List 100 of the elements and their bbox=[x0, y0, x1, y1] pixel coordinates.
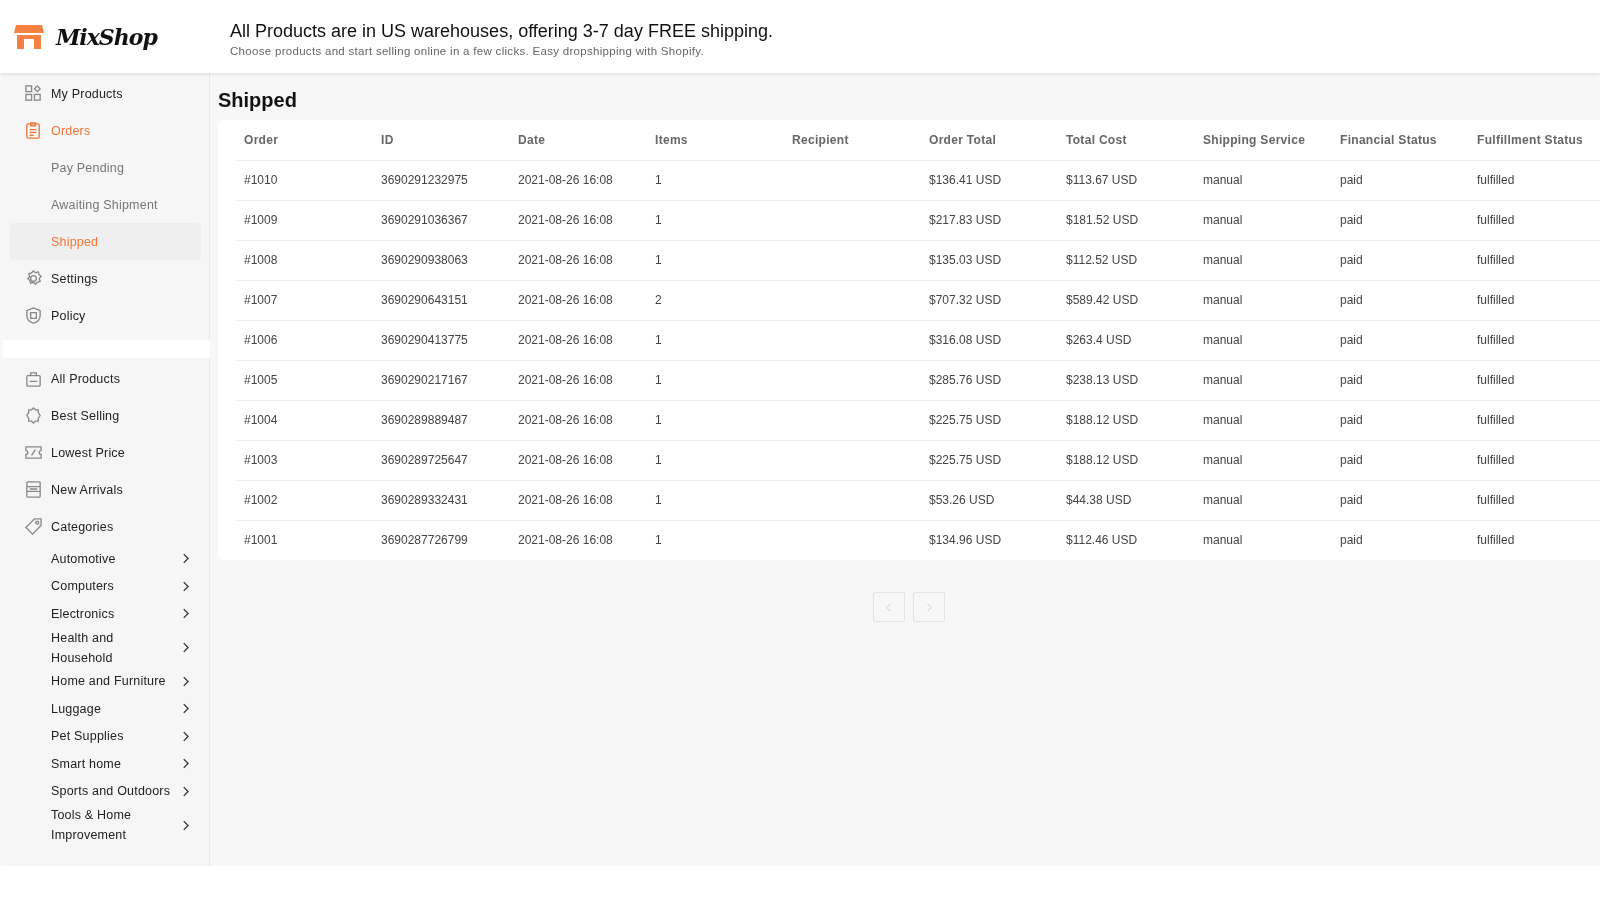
chevron-right-icon bbox=[182, 785, 189, 797]
table-cell: fulfilled bbox=[1477, 533, 1515, 548]
column-header: Date bbox=[510, 120, 647, 160]
subheadline: Choose products and start selling online in a few clicks. Easy dropshipping with Shopify. bbox=[230, 44, 705, 57]
table-cell: 2021-08-26 16:08 bbox=[518, 453, 613, 467]
shopping-bag-icon bbox=[24, 369, 43, 388]
table-cell: 1 bbox=[655, 173, 662, 187]
table-cell: paid bbox=[1340, 413, 1363, 427]
table-cell: #1006 bbox=[244, 333, 278, 347]
logo-text: MixShop bbox=[56, 23, 157, 50]
chevron-right-icon bbox=[182, 580, 189, 592]
table-cell: fulfilled bbox=[1477, 333, 1515, 347]
clipboard-icon bbox=[24, 121, 43, 140]
table-cell: 2021-08-26 16:08 bbox=[518, 213, 613, 227]
table-cell: manual bbox=[1203, 293, 1243, 307]
column-header: Total Cost bbox=[1058, 120, 1195, 160]
chevron-right-icon bbox=[182, 553, 189, 565]
badge-icon bbox=[24, 406, 43, 425]
table-cell: paid bbox=[1340, 493, 1363, 507]
table-cell: #1010 bbox=[244, 173, 278, 187]
chevron-right-icon bbox=[182, 730, 189, 742]
table-cell: 3690290643151 bbox=[381, 293, 468, 307]
column-header: Items bbox=[647, 120, 784, 160]
discount-ticket-icon bbox=[24, 443, 43, 462]
table-cell: $707.32 USD bbox=[929, 293, 1002, 307]
sidebar-item[interactable]: Lowest Price bbox=[10, 434, 201, 471]
category-item[interactable]: Automotive bbox=[10, 545, 201, 573]
chevron-right-icon bbox=[182, 675, 189, 687]
category-item[interactable]: Sports and Outdoors bbox=[10, 777, 201, 805]
table-cell: 1 bbox=[655, 493, 662, 507]
table-cell: paid bbox=[1340, 533, 1363, 548]
table-cell: fulfilled bbox=[1477, 453, 1515, 467]
sidebar-item[interactable]: Settings bbox=[10, 260, 201, 297]
table-cell: manual bbox=[1203, 253, 1243, 267]
table-cell: fulfilled bbox=[1477, 173, 1515, 187]
chevron-left-icon bbox=[886, 602, 892, 612]
table-cell: 3690289889487 bbox=[381, 413, 468, 427]
table-cell: $112.52 USD bbox=[1066, 253, 1138, 267]
table-cell: $136.41 USD bbox=[929, 173, 1002, 187]
table-cell: $188.12 USD bbox=[1066, 453, 1139, 467]
headline: All Products are in US warehouses, offering 3-7 day FREE shipping. bbox=[230, 20, 773, 42]
chevron-right-icon bbox=[182, 608, 189, 620]
table-cell: 2021-08-26 16:08 bbox=[518, 333, 613, 347]
column-header: Financial Status bbox=[1332, 120, 1469, 160]
category-item[interactable]: Smart home bbox=[10, 750, 201, 778]
table-cell: 2 bbox=[655, 293, 662, 307]
column-header: Shipping Service bbox=[1195, 120, 1332, 160]
table-cell: 3690290938063 bbox=[381, 253, 468, 267]
table-cell: 3690290217167 bbox=[381, 373, 468, 387]
sidebar-item[interactable]: New Arrivals bbox=[10, 471, 201, 508]
table-cell: fulfilled bbox=[1477, 293, 1515, 307]
grid-icon bbox=[24, 84, 43, 103]
table-cell: #1009 bbox=[244, 213, 278, 227]
table-cell: #1003 bbox=[244, 453, 278, 467]
sidebar-item[interactable]: All Products bbox=[10, 360, 201, 397]
chevron-right-icon bbox=[182, 642, 189, 653]
category-item[interactable]: Pet Supplies bbox=[10, 722, 201, 750]
category-item[interactable]: Luggage bbox=[10, 695, 201, 723]
table-cell: $53.26 USD bbox=[929, 493, 995, 507]
table-cell: 2021-08-26 16:08 bbox=[518, 293, 613, 307]
table-cell: paid bbox=[1340, 453, 1363, 467]
submenu-item[interactable]: Pay Pending bbox=[10, 149, 201, 186]
table-cell: 3690290413775 bbox=[381, 333, 468, 347]
table-cell: manual bbox=[1203, 173, 1243, 187]
category-item[interactable]: Electronics bbox=[10, 600, 201, 628]
category-item[interactable]: Tools & Home Improvement bbox=[10, 805, 201, 845]
submenu-item[interactable]: Awaiting Shipment bbox=[10, 186, 201, 223]
category-item[interactable]: Home and Furniture bbox=[10, 667, 201, 695]
shop-sign-icon bbox=[24, 480, 43, 499]
column-header: Order Total bbox=[921, 120, 1058, 160]
table-cell: manual bbox=[1203, 533, 1243, 548]
sidebar-item[interactable]: Best Selling bbox=[10, 397, 201, 434]
table-cell: $181.52 USD bbox=[1066, 213, 1139, 227]
table-cell: 3690289725647 bbox=[381, 453, 468, 467]
table-cell: fulfilled bbox=[1477, 493, 1515, 507]
table-cell: paid bbox=[1340, 173, 1363, 187]
table-cell: $285.76 USD bbox=[929, 373, 1002, 387]
table-cell: $217.83 USD bbox=[929, 213, 1002, 227]
sidebar-item[interactable]: Policy bbox=[10, 297, 201, 334]
table-cell: $112.46 USD bbox=[1066, 533, 1138, 548]
table-cell: 3690291036367 bbox=[381, 213, 468, 227]
table-cell: #1001 bbox=[244, 533, 278, 548]
category-item[interactable]: Health and Household bbox=[10, 627, 201, 668]
table-cell: 2021-08-26 16:08 bbox=[518, 253, 613, 267]
sidebar-item[interactable]: My Products bbox=[10, 75, 201, 112]
table-cell: paid bbox=[1340, 253, 1363, 267]
table-cell: #1005 bbox=[244, 373, 278, 387]
page-title: Shipped bbox=[218, 89, 298, 112]
table-cell: 1 bbox=[655, 413, 662, 427]
table-cell: manual bbox=[1203, 493, 1243, 507]
table-cell: 3690289332431 bbox=[381, 493, 468, 507]
sidebar-item[interactable]: Categories bbox=[10, 508, 201, 545]
shield-icon bbox=[24, 306, 43, 325]
table-cell: 1 bbox=[655, 373, 662, 387]
table-cell: 2021-08-26 16:08 bbox=[518, 493, 613, 507]
table-cell: 1 bbox=[655, 253, 662, 267]
category-item[interactable]: Computers bbox=[10, 572, 201, 600]
table-cell: #1002 bbox=[244, 493, 278, 507]
table-cell: manual bbox=[1203, 373, 1243, 387]
table-cell: $44.38 USD bbox=[1066, 493, 1132, 507]
